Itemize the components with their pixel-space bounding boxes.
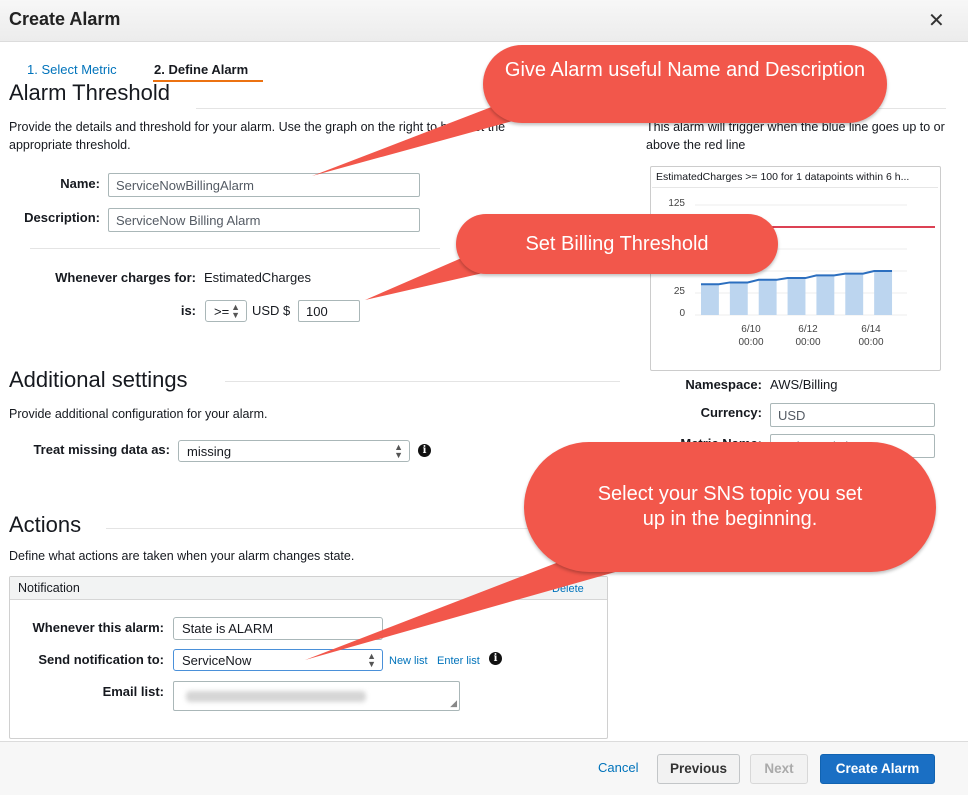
operator-select[interactable]: >= ▲ ▼: [205, 300, 247, 322]
new-list-link[interactable]: New list: [389, 655, 428, 667]
threshold-description: Provide the details and threshold for yo…: [9, 120, 506, 152]
callout-name-description: Give Alarm useful Name and Description: [483, 45, 887, 123]
namespace-label: Namespace:: [685, 377, 762, 392]
operator-value: >=: [214, 304, 230, 319]
previous-button[interactable]: Previous: [657, 754, 740, 784]
whenever-alarm-label: Whenever this alarm:: [32, 620, 165, 635]
notification-title: Notification: [18, 581, 80, 595]
enter-list-link[interactable]: Enter list: [437, 655, 480, 667]
form-divider: [30, 248, 440, 249]
close-icon[interactable]: ✕: [928, 8, 945, 33]
alarm-description-input[interactable]: [108, 208, 420, 232]
chart-bar: [874, 271, 893, 315]
is-label: is:: [180, 303, 196, 318]
delete-notification-link[interactable]: Delete: [552, 583, 584, 595]
treat-missing-label: Treat missing data as:: [33, 442, 170, 457]
whenever-charges-label: Whenever charges for:: [55, 270, 196, 285]
info-icon[interactable]: i: [418, 444, 431, 457]
chart-bar: [729, 282, 748, 315]
cancel-link[interactable]: Cancel: [598, 760, 638, 775]
sns-topic-value: ServiceNow: [182, 653, 252, 668]
next-button[interactable]: Next: [750, 754, 808, 784]
section-divider: [225, 381, 620, 382]
chart-x-tick-label: 6/12 00:00: [795, 324, 821, 348]
callout-sns-topic: Select your SNS topic you set up in the …: [524, 442, 936, 572]
section-heading-actions: Actions: [9, 512, 82, 537]
chart-bar: [845, 273, 864, 315]
email-list-textarea[interactable]: ◢: [173, 681, 460, 711]
create-alarm-button[interactable]: Create Alarm: [820, 754, 935, 784]
select-arrows-icon: ▲ ▼: [231, 302, 240, 320]
dialog-title: Create Alarm: [9, 9, 121, 29]
section-heading-additional: Additional settings: [9, 367, 188, 392]
chart-y-tick-label: 25: [673, 286, 685, 297]
notification-panel-header: [10, 577, 607, 600]
currency-label: Currency:: [700, 405, 762, 420]
metric-name-value: EstimatedCharges: [204, 270, 311, 285]
email-list-label: Email list:: [102, 684, 164, 699]
chart-y-tick-label: 0: [679, 308, 685, 319]
chart-x-tick-label: 6/10 00:00: [738, 324, 764, 348]
step-select-metric[interactable]: 1. Select Metric: [27, 62, 117, 77]
chart-title: EstimatedCharges >= 100 for 1 datapoints…: [652, 169, 938, 188]
chart-bar: [816, 275, 835, 315]
currency-field: [770, 403, 935, 427]
resize-handle-icon[interactable]: ◢: [450, 698, 457, 709]
chart-y-tick-label: 125: [668, 198, 685, 209]
alarm-state-select[interactable]: State is ALARM: [173, 617, 383, 640]
sns-topic-select[interactable]: ServiceNow ▲ ▼: [173, 649, 383, 671]
select-arrows-icon: ▲ ▼: [367, 651, 376, 669]
select-arrows-icon: ▲ ▼: [394, 442, 403, 460]
callout-billing-threshold: Set Billing Threshold: [456, 214, 778, 274]
namespace-value: AWS/Billing: [770, 377, 838, 392]
name-label: Name:: [60, 176, 100, 191]
chart-bar: [701, 284, 719, 315]
treat-missing-value: missing: [187, 444, 232, 459]
currency-prefix: USD $: [252, 303, 291, 318]
section-heading-threshold: Alarm Threshold: [9, 80, 170, 104]
send-notification-label: Send notification to:: [38, 652, 164, 667]
alarm-name-input[interactable]: [108, 173, 420, 197]
actions-description: Define what actions are taken when your …: [9, 549, 355, 563]
additional-description: Provide additional configuration for you…: [9, 407, 268, 421]
alarm-state-value: State is ALARM: [182, 621, 274, 636]
info-icon[interactable]: i: [489, 652, 502, 665]
step-define-alarm[interactable]: 2. Define Alarm: [154, 62, 248, 77]
chart-bar: [758, 279, 777, 315]
description-label: Description:: [24, 210, 100, 225]
redacted-email: [186, 691, 366, 702]
alarm-trigger-note: This alarm will trigger when the blue li…: [646, 120, 945, 152]
chart-bar: [787, 278, 806, 315]
threshold-input[interactable]: [298, 300, 360, 322]
treat-missing-select[interactable]: missing ▲ ▼: [178, 440, 410, 462]
dialog-header: [0, 0, 968, 42]
chart-x-tick-label: 6/14 00:00: [858, 324, 884, 348]
